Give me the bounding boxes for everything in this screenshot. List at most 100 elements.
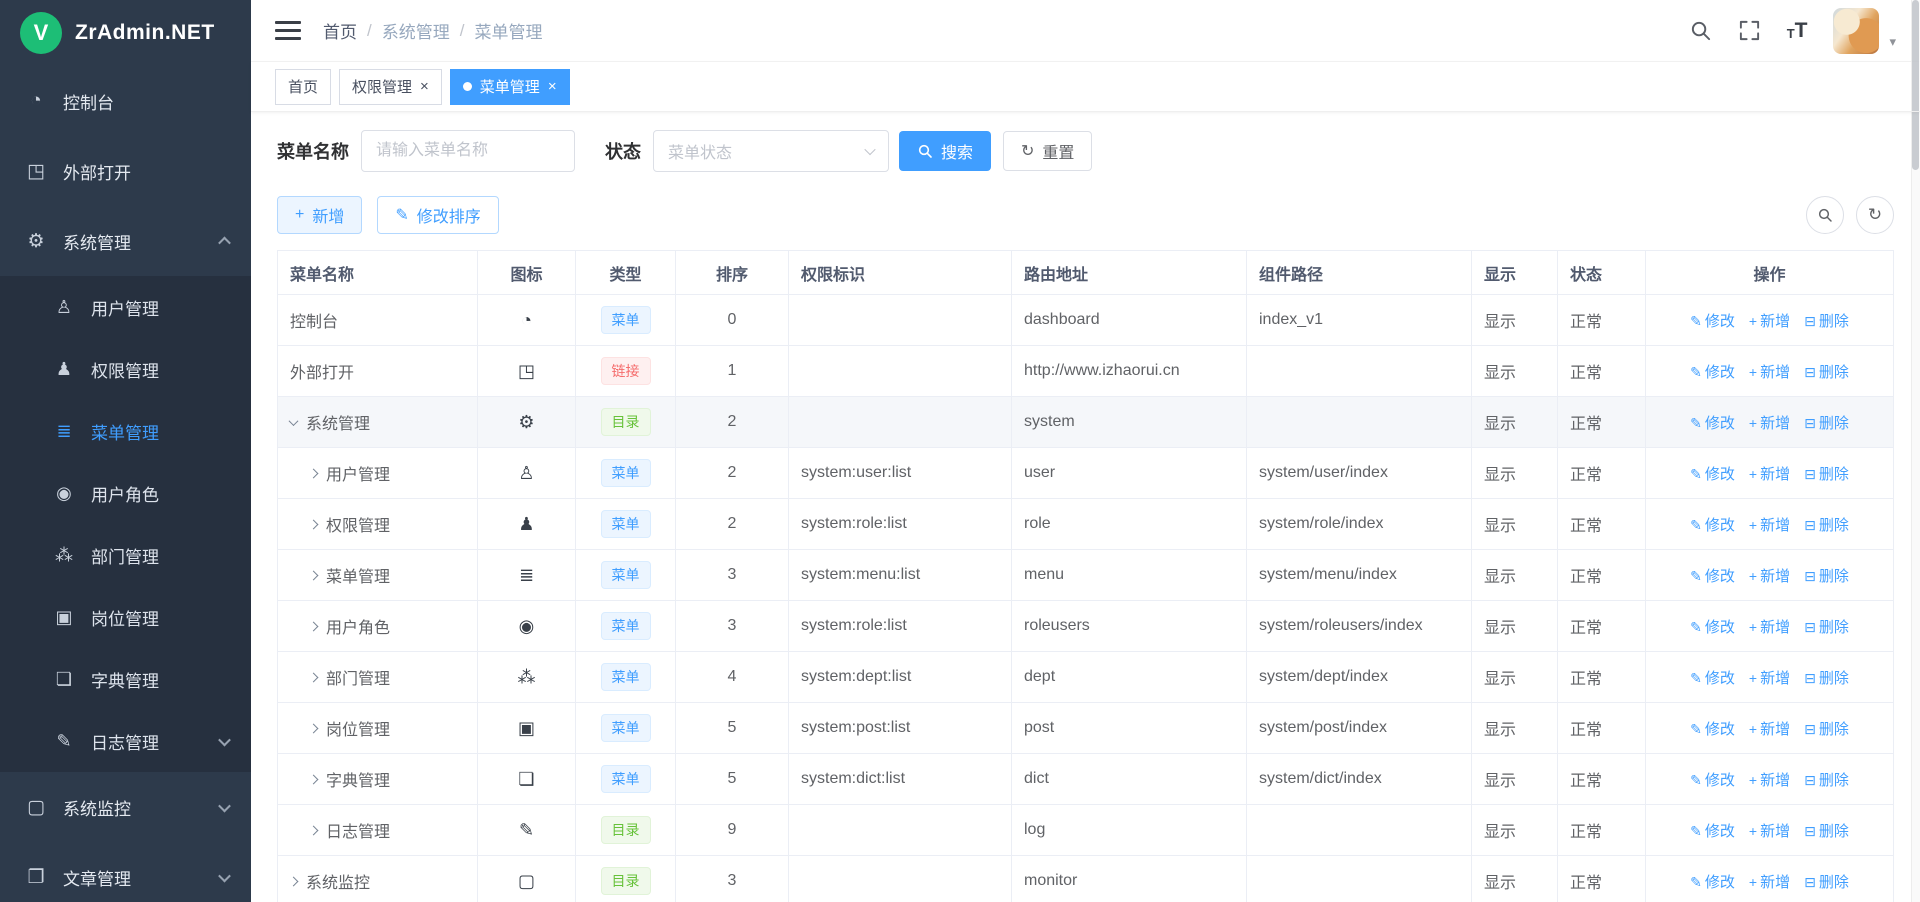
edit-link[interactable]: ✎修改 (1690, 823, 1735, 840)
edit-link[interactable]: ✎修改 (1690, 721, 1735, 738)
edit-link[interactable]: ✎修改 (1690, 874, 1735, 891)
sort-edit-button[interactable]: ✎ 修改排序 (377, 196, 498, 234)
edit-link[interactable]: ✎修改 (1690, 517, 1735, 534)
table-row[interactable]: 系统管理⚙目录2system显示正常✎修改+新增⊟删除 (278, 397, 1894, 448)
cell-menu-name: 用户角色 (278, 601, 478, 652)
add-link[interactable]: +新增 (1749, 568, 1790, 585)
sidebar-item-外部打开[interactable]: ◳外部打开 (0, 136, 251, 206)
sidebar-item-用户角色[interactable]: ◉用户角色 (0, 462, 251, 524)
delete-link[interactable]: ⊟删除 (1804, 772, 1849, 789)
cell-visible: 显示 (1472, 295, 1558, 346)
font-size-icon[interactable]: TT (1787, 20, 1808, 41)
sidebar-item-岗位管理[interactable]: ▣岗位管理 (0, 586, 251, 648)
sidebar-item-控制台[interactable]: ◔控制台 (0, 66, 251, 136)
sidebar-item-用户管理[interactable]: ♙用户管理 (0, 276, 251, 338)
add-link[interactable]: +新增 (1749, 619, 1790, 636)
table-row[interactable]: 岗位管理▣菜单5system:post:listpostsystem/post/… (278, 703, 1894, 754)
tab-权限管理[interactable]: 权限管理× (339, 69, 442, 105)
edit-link[interactable]: ✎修改 (1690, 313, 1735, 330)
expand-right-icon[interactable] (309, 570, 319, 580)
expand-right-icon[interactable] (309, 825, 319, 835)
table-row[interactable]: 部门管理⁂菜单4system:dept:listdeptsystem/dept/… (278, 652, 1894, 703)
table-row[interactable]: 用户角色◉菜单3system:role:listroleuserssystem/… (278, 601, 1894, 652)
page-scrollbar[interactable] (1911, 0, 1920, 902)
delete-link[interactable]: ⊟删除 (1804, 670, 1849, 687)
close-icon[interactable]: × (548, 79, 557, 94)
table-row[interactable]: 权限管理♟菜单2system:role:listrolesystem/role/… (278, 499, 1894, 550)
sidebar-toggle-icon[interactable] (275, 21, 301, 40)
expand-right-icon[interactable] (309, 672, 319, 682)
status-select[interactable]: 菜单状态 (653, 130, 889, 172)
cell-icon: ≣ (478, 550, 576, 601)
breadcrumb-separator: / (367, 21, 372, 41)
close-icon[interactable]: × (420, 79, 429, 94)
search-icon[interactable] (1689, 19, 1712, 42)
edit-link[interactable]: ✎修改 (1690, 568, 1735, 585)
edit-link[interactable]: ✎修改 (1690, 772, 1735, 789)
add-link[interactable]: +新增 (1749, 670, 1790, 687)
add-link[interactable]: +新增 (1749, 313, 1790, 330)
menu-name-input[interactable] (361, 130, 575, 172)
breadcrumb-item[interactable]: 系统管理 (382, 18, 450, 43)
expand-right-icon[interactable] (309, 621, 319, 631)
search-button[interactable]: 搜索 (899, 131, 991, 171)
delete-link[interactable]: ⊟删除 (1804, 313, 1849, 330)
breadcrumb-item[interactable]: 首页 (323, 18, 357, 43)
expand-right-icon[interactable] (309, 723, 319, 733)
tab-首页[interactable]: 首页 (275, 69, 331, 105)
sidebar-item-部门管理[interactable]: ⁂部门管理 (0, 524, 251, 586)
breadcrumb-item[interactable]: 菜单管理 (474, 18, 542, 43)
table-row[interactable]: 系统监控▢目录3monitor显示正常✎修改+新增⊟删除 (278, 856, 1894, 902)
edit-link[interactable]: ✎修改 (1690, 466, 1735, 483)
delete-link[interactable]: ⊟删除 (1804, 568, 1849, 585)
avatar[interactable] (1833, 8, 1879, 54)
table-row[interactable]: 用户管理♙菜单2system:user:listusersystem/user/… (278, 448, 1894, 499)
cell-icon: ⚙ (478, 397, 576, 448)
edit-link[interactable]: ✎修改 (1690, 415, 1735, 432)
add-link[interactable]: +新增 (1749, 517, 1790, 534)
add-link-icon: + (1749, 823, 1757, 839)
delete-link[interactable]: ⊟删除 (1804, 823, 1849, 840)
delete-link[interactable]: ⊟删除 (1804, 466, 1849, 483)
delete-link[interactable]: ⊟删除 (1804, 619, 1849, 636)
table-row[interactable]: 外部打开◳链接1http://www.izhaorui.cn显示正常✎修改+新增… (278, 346, 1894, 397)
fullscreen-icon[interactable] (1738, 19, 1761, 42)
edit-link[interactable]: ✎修改 (1690, 364, 1735, 381)
add-link[interactable]: +新增 (1749, 415, 1790, 432)
add-button[interactable]: + 新增 (277, 196, 362, 234)
expand-right-icon[interactable] (289, 876, 299, 886)
delete-link[interactable]: ⊟删除 (1804, 721, 1849, 738)
add-link[interactable]: +新增 (1749, 721, 1790, 738)
sidebar-item-字典管理[interactable]: ❏字典管理 (0, 648, 251, 710)
sidebar-item-菜单管理[interactable]: ≣菜单管理 (0, 400, 251, 462)
table-row[interactable]: 日志管理✎目录9log显示正常✎修改+新增⊟删除 (278, 805, 1894, 856)
sidebar-item-文章管理[interactable]: ❐文章管理 (0, 842, 251, 902)
table-refresh-button[interactable]: ↻ (1856, 196, 1894, 234)
add-link[interactable]: +新增 (1749, 466, 1790, 483)
user-dropdown-caret-icon[interactable]: ▾ (1889, 34, 1896, 50)
delete-link[interactable]: ⊟删除 (1804, 364, 1849, 381)
add-link[interactable]: +新增 (1749, 823, 1790, 840)
edit-link[interactable]: ✎修改 (1690, 670, 1735, 687)
edit-link[interactable]: ✎修改 (1690, 619, 1735, 636)
sidebar-item-权限管理[interactable]: ♟权限管理 (0, 338, 251, 400)
table-row[interactable]: 字典管理❏菜单5system:dict:listdictsystem/dict/… (278, 754, 1894, 805)
table-search-toggle-button[interactable] (1806, 196, 1844, 234)
expand-right-icon[interactable] (309, 774, 319, 784)
add-link[interactable]: +新增 (1749, 772, 1790, 789)
sidebar-item-系统监控[interactable]: ▢系统监控 (0, 772, 251, 842)
expand-down-icon[interactable] (289, 416, 299, 426)
table-row[interactable]: 菜单管理≣菜单3system:menu:listmenusystem/menu/… (278, 550, 1894, 601)
add-link[interactable]: +新增 (1749, 874, 1790, 891)
sidebar-item-系统管理[interactable]: ⚙系统管理 (0, 206, 251, 276)
add-link[interactable]: +新增 (1749, 364, 1790, 381)
tab-菜单管理[interactable]: 菜单管理× (450, 69, 570, 105)
sidebar-item-日志管理[interactable]: ✎日志管理 (0, 710, 251, 772)
delete-link[interactable]: ⊟删除 (1804, 874, 1849, 891)
table-row[interactable]: 控制台◔菜单0dashboardindex_v1显示正常✎修改+新增⊟删除 (278, 295, 1894, 346)
delete-link[interactable]: ⊟删除 (1804, 517, 1849, 534)
expand-right-icon[interactable] (309, 519, 319, 529)
reset-button[interactable]: ↻ 重置 (1003, 131, 1092, 171)
delete-link[interactable]: ⊟删除 (1804, 415, 1849, 432)
expand-right-icon[interactable] (309, 468, 319, 478)
